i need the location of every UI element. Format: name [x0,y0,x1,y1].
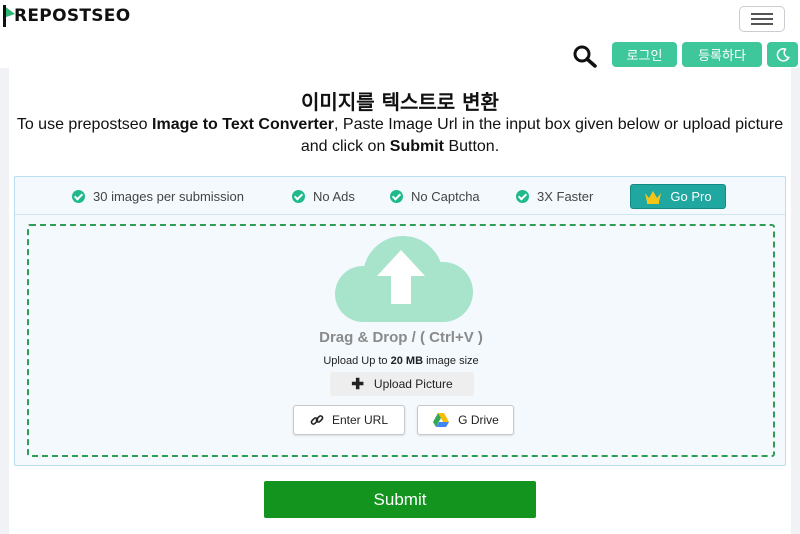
dark-mode-toggle[interactable] [767,42,798,67]
plus-icon: ✚ [351,376,364,393]
go-pro-button[interactable]: Go Pro [630,184,726,209]
enter-url-button[interactable]: Enter URL [293,405,405,435]
upload-size-text: Upload Up to 20 MB image size [323,355,479,367]
feature-item: 3X Faster [516,188,593,204]
search-icon[interactable] [572,44,598,68]
drag-drop-text: Drag & Drop / ( Ctrl+V ) [319,329,483,346]
upload-picture-button[interactable]: ✚ Upload Picture [330,372,474,396]
hamburger-menu-button[interactable] [739,6,785,32]
check-circle-icon [516,189,529,203]
google-drive-icon [433,413,450,427]
top-navbar: REPOSTSEO 로그인 등록하다 [0,0,800,68]
feature-item: No Ads [292,188,355,204]
check-circle-icon [72,189,85,203]
page-title: 이미지를 텍스트로 변환 [301,90,499,114]
logo-text: REPOSTSEO [14,6,131,26]
hamburger-menu-icon [751,13,773,15]
link-icon [310,415,324,425]
feature-item: No Captcha [390,188,480,204]
logo-mark-icon [3,5,15,27]
check-circle-icon [292,189,305,203]
cloud-upload-icon [335,236,473,322]
site-logo[interactable]: REPOSTSEO [2,4,130,28]
page-description: To use prepostseo Image to Text Converte… [16,116,784,155]
image-dropzone[interactable]: Drag & Drop / ( Ctrl+V ) Upload Up to 20… [27,224,775,457]
google-drive-button[interactable]: G Drive [417,405,514,435]
submit-button[interactable]: Submit [264,481,536,518]
register-button[interactable]: 등록하다 [682,42,762,67]
converter-tool: 30 images per submission No Ads No Captc… [14,176,786,466]
check-circle-icon [390,189,403,203]
features-strip: 30 images per submission No Ads No Captc… [15,177,785,215]
moon-icon [776,47,790,62]
login-button[interactable]: 로그인 [612,42,677,67]
feature-item: 30 images per submission [72,188,244,204]
crown-icon [645,190,662,204]
